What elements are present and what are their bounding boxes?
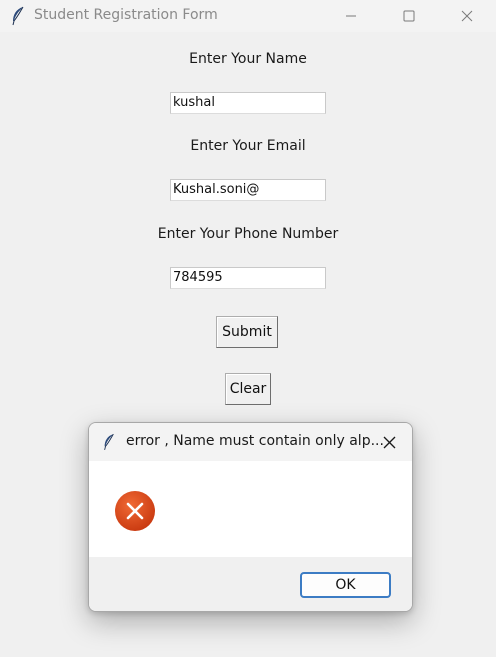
main-window: Student Registration Form Enter Your Nam…	[0, 0, 496, 657]
minimize-icon	[346, 15, 356, 17]
close-icon	[383, 436, 395, 448]
email-label: Enter Your Email	[190, 138, 306, 154]
maximize-icon	[403, 10, 415, 22]
minimize-button[interactable]	[328, 0, 374, 32]
error-dialog: error , Name must contain only alp... OK	[88, 422, 413, 612]
submit-button[interactable]: Submit	[216, 316, 278, 348]
dialog-title: error , Name must contain only alp...	[126, 433, 384, 449]
maximize-button[interactable]	[386, 0, 432, 32]
clear-button[interactable]: Clear	[225, 373, 271, 405]
close-icon	[461, 10, 473, 22]
dialog-title-bar: error , Name must contain only alp...	[89, 423, 412, 461]
dialog-body	[89, 461, 412, 557]
error-icon	[115, 491, 155, 531]
dialog-close-button[interactable]	[379, 432, 399, 452]
ok-button[interactable]: OK	[300, 572, 391, 598]
window-title: Student Registration Form	[34, 7, 218, 23]
close-button[interactable]	[444, 0, 490, 32]
feather-icon	[104, 433, 114, 450]
name-label: Enter Your Name	[189, 51, 307, 67]
phone-input[interactable]: 784595	[170, 267, 326, 289]
phone-label: Enter Your Phone Number	[157, 226, 339, 242]
name-input[interactable]: kushal	[170, 92, 326, 114]
email-input[interactable]: Kushal.soni@	[170, 179, 326, 201]
title-bar: Student Registration Form	[0, 0, 496, 32]
dialog-footer: OK	[89, 557, 412, 611]
feather-icon	[12, 6, 24, 26]
